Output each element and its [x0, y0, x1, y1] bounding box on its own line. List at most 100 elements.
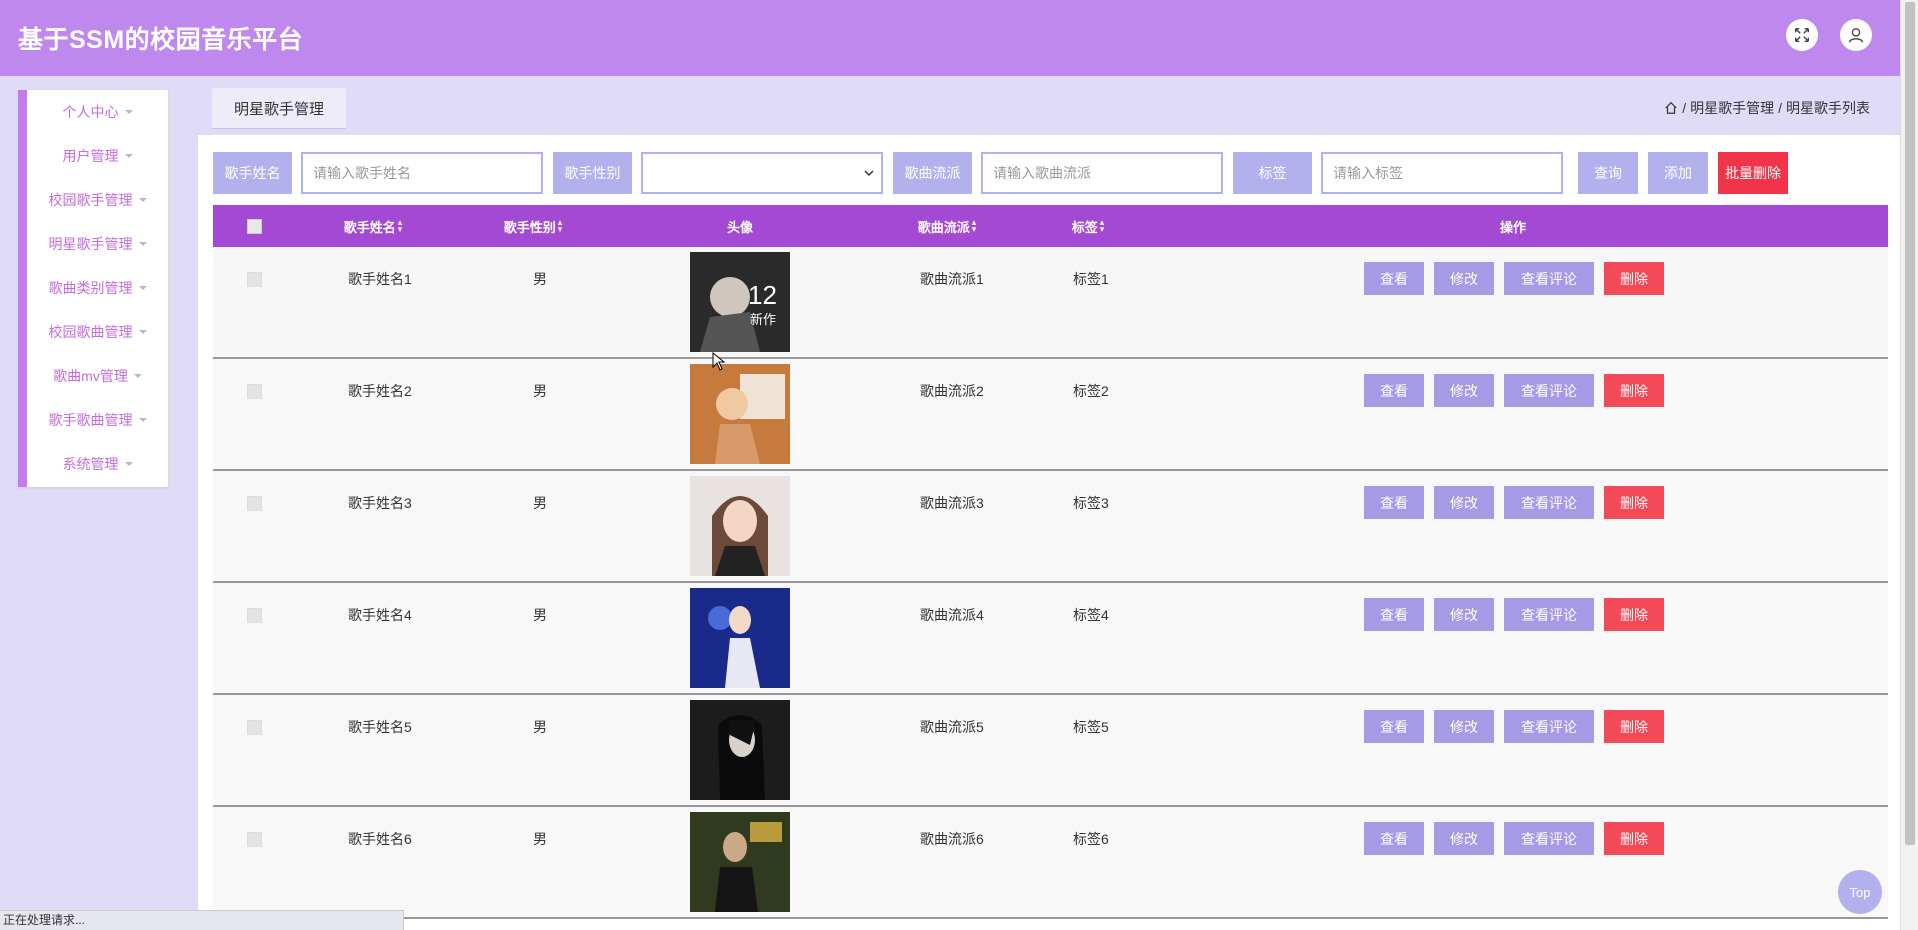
table-row: 歌手姓名3 男 歌曲流派3 标签3 查看 修改 查看评论 删除: [213, 471, 1888, 583]
view-comments-button[interactable]: 查看评论: [1504, 486, 1594, 519]
cell-genre: 歌曲流派3: [920, 495, 984, 511]
cell-singer-name: 歌手姓名1: [348, 271, 412, 287]
delete-button[interactable]: 删除: [1604, 710, 1664, 743]
cell-tag: 标签1: [1073, 271, 1109, 287]
sidebar-item-system[interactable]: 系统管理: [27, 442, 168, 486]
view-comments-button[interactable]: 查看评论: [1504, 262, 1594, 295]
genre-input[interactable]: [981, 152, 1223, 194]
cell-genre: 歌曲流派5: [920, 719, 984, 735]
home-icon[interactable]: [1664, 101, 1678, 115]
cell-tag: 标签4: [1073, 607, 1109, 623]
delete-button[interactable]: 删除: [1604, 822, 1664, 855]
cell-genre: 歌曲流派2: [920, 383, 984, 399]
delete-button[interactable]: 删除: [1604, 598, 1664, 631]
column-label: 头像: [726, 219, 753, 235]
table-row: 歌手姓名6 男 歌曲流派6 标签6 查看 修改 查看评论 删除: [213, 807, 1888, 919]
genre-label: 歌曲流派: [893, 152, 972, 194]
sidebar-item-label: 校园歌曲管理: [48, 324, 133, 340]
add-button[interactable]: 添加: [1648, 152, 1708, 194]
sidebar-item-star-singers[interactable]: 明星歌手管理: [27, 222, 168, 266]
cell-gender: 男: [533, 271, 547, 287]
fullscreen-button[interactable]: [1786, 19, 1818, 51]
back-to-top-button[interactable]: Top: [1838, 870, 1882, 914]
svg-text:12: 12: [748, 280, 777, 310]
sidebar-item-label: 歌曲类别管理: [48, 280, 133, 296]
chevron-down-icon: [864, 170, 874, 177]
user-icon: [1849, 28, 1863, 43]
singer-avatar[interactable]: [690, 364, 790, 464]
cell-tag: 标签5: [1073, 719, 1109, 735]
edit-button[interactable]: 修改: [1434, 598, 1494, 631]
row-checkbox[interactable]: [247, 832, 262, 847]
sidebar-item-label: 个人中心: [62, 104, 119, 120]
col-tag[interactable]: 标签 ▴ ▾: [1048, 205, 1128, 247]
table-row: 歌手姓名4 男 歌曲流派4 标签4 查看 修改 查看评论 删除: [213, 583, 1888, 695]
sidebar-item-campus-singers[interactable]: 校园歌手管理: [27, 178, 168, 222]
cell-tag: 标签6: [1073, 831, 1109, 847]
edit-button[interactable]: 修改: [1434, 262, 1494, 295]
view-button[interactable]: 查看: [1364, 374, 1424, 407]
sidebar-item-users[interactable]: 用户管理: [27, 134, 168, 178]
view-comments-button[interactable]: 查看评论: [1504, 822, 1594, 855]
edit-button[interactable]: 修改: [1434, 486, 1494, 519]
row-checkbox[interactable]: [247, 720, 262, 735]
view-comments-button[interactable]: 查看评论: [1504, 710, 1594, 743]
sidebar-item-singer-songs[interactable]: 歌手歌曲管理: [27, 398, 168, 442]
sidebar-item-song-mv[interactable]: 歌曲mv管理: [27, 354, 168, 398]
column-label: 歌手姓名: [343, 219, 396, 235]
sort-icon: ▴ ▾: [557, 217, 563, 234]
cell-singer-name: 歌手姓名4: [348, 607, 412, 623]
select-all-checkbox[interactable]: [247, 219, 262, 234]
view-comments-button[interactable]: 查看评论: [1504, 598, 1594, 631]
breadcrumb-level1[interactable]: 明星歌手管理: [1690, 98, 1774, 118]
delete-button[interactable]: 删除: [1604, 374, 1664, 407]
col-singer-name[interactable]: 歌手姓名 ▴ ▾: [323, 205, 423, 247]
breadcrumb-separator: /: [1778, 100, 1782, 116]
tag-input[interactable]: [1321, 152, 1563, 194]
sidebar-item-song-categories[interactable]: 歌曲类别管理: [27, 266, 168, 310]
query-button[interactable]: 查询: [1578, 152, 1638, 194]
row-checkbox[interactable]: [247, 496, 262, 511]
cell-genre: 歌曲流派4: [920, 607, 984, 623]
sidebar-item-personal-center[interactable]: 个人中心: [27, 90, 168, 134]
edit-button[interactable]: 修改: [1434, 374, 1494, 407]
row-checkbox[interactable]: [247, 608, 262, 623]
row-checkbox[interactable]: [247, 384, 262, 399]
view-button[interactable]: 查看: [1364, 486, 1424, 519]
cell-tag: 标签2: [1073, 383, 1109, 399]
svg-text:新作: 新作: [750, 312, 776, 327]
edit-button[interactable]: 修改: [1434, 710, 1494, 743]
singer-gender-select[interactable]: [641, 152, 883, 194]
singer-avatar[interactable]: [690, 700, 790, 800]
singer-avatar[interactable]: [690, 812, 790, 912]
sort-icon: ▴ ▾: [397, 217, 403, 234]
page-tab[interactable]: 明星歌手管理: [212, 88, 346, 129]
user-button[interactable]: [1840, 19, 1872, 51]
col-genre[interactable]: 歌曲流派 ▴ ▾: [897, 205, 997, 247]
view-button[interactable]: 查看: [1364, 710, 1424, 743]
view-comments-button[interactable]: 查看评论: [1504, 374, 1594, 407]
edit-button[interactable]: 修改: [1434, 822, 1494, 855]
singer-avatar[interactable]: 12 新作: [690, 252, 790, 352]
column-label: 标签: [1071, 219, 1098, 235]
sidebar-item-label: 用户管理: [62, 148, 119, 164]
col-gender[interactable]: 歌手性别 ▴ ▾: [483, 205, 583, 247]
scrollbar-thumb[interactable]: [1905, 2, 1915, 845]
page-scrollbar[interactable]: [1900, 0, 1918, 930]
delete-button[interactable]: 删除: [1604, 486, 1664, 519]
singer-name-input[interactable]: [301, 152, 543, 194]
caret-down-icon: [124, 110, 133, 114]
batch-delete-button[interactable]: 批量删除: [1718, 152, 1788, 194]
cell-genre: 歌曲流派1: [920, 271, 984, 287]
view-button[interactable]: 查看: [1364, 598, 1424, 631]
view-button[interactable]: 查看: [1364, 262, 1424, 295]
sidebar-item-campus-songs[interactable]: 校园歌曲管理: [27, 310, 168, 354]
singer-avatar[interactable]: [690, 476, 790, 576]
row-checkbox[interactable]: [247, 272, 262, 287]
delete-button[interactable]: 删除: [1604, 262, 1664, 295]
cell-gender: 男: [533, 607, 547, 623]
cell-genre: 歌曲流派6: [920, 831, 984, 847]
view-button[interactable]: 查看: [1364, 822, 1424, 855]
browser-status-bar: 正在处理请求...: [0, 910, 404, 930]
singer-avatar[interactable]: [690, 588, 790, 688]
